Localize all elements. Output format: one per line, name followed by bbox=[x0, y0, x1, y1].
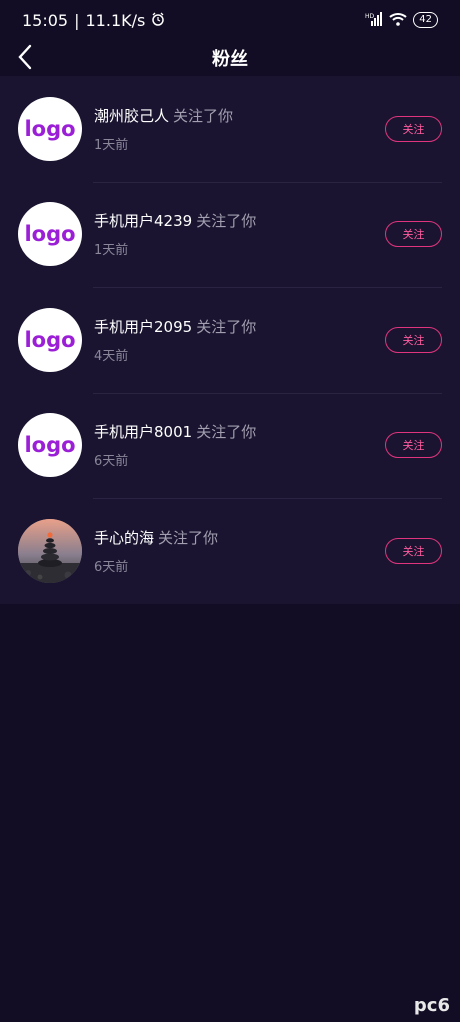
fan-row[interactable]: 手心的海 关注了你 6天前 关注 bbox=[0, 498, 460, 604]
status-speed: 11.1K/s bbox=[85, 10, 146, 30]
follow-button[interactable]: 关注 bbox=[385, 221, 442, 248]
fan-info: 手机用户8001 关注了你 6天前 bbox=[94, 421, 385, 469]
svg-text:HD: HD bbox=[365, 13, 375, 20]
fan-name: 手机用户4239 bbox=[94, 212, 193, 231]
action-text: 关注了你 bbox=[196, 212, 257, 231]
fan-row[interactable]: logo 手机用户2095 关注了你 4天前 关注 bbox=[0, 287, 460, 393]
fan-time: 6天前 bbox=[94, 559, 129, 575]
status-divider: | bbox=[74, 10, 80, 30]
logo-avatar-text: logo bbox=[24, 327, 76, 352]
fan-name: 手机用户2095 bbox=[94, 317, 193, 336]
fan-row[interactable]: logo 手机用户8001 关注了你 6天前 关注 bbox=[0, 392, 460, 499]
fan-info: 手机用户2095 关注了你 4天前 bbox=[94, 316, 385, 364]
photo-avatar[interactable] bbox=[18, 518, 82, 583]
battery-indicator: 42 bbox=[413, 12, 438, 28]
avatar[interactable]: logo bbox=[18, 307, 82, 372]
fan-row[interactable]: logo 手机用户4239 关注了你 1天前 关注 bbox=[0, 181, 460, 288]
nav-bar: 粉丝 bbox=[0, 40, 460, 76]
follow-button[interactable]: 关注 bbox=[385, 432, 442, 459]
avatar[interactable]: logo bbox=[18, 202, 82, 267]
name-line: 手心的海 关注了你 bbox=[94, 527, 385, 548]
avatar[interactable]: logo bbox=[18, 413, 82, 478]
logo-avatar-text: logo bbox=[24, 222, 76, 247]
status-bar: 15:05 | 11.1K/s HD 42 bbox=[0, 0, 460, 40]
fan-time: 6天前 bbox=[94, 454, 129, 470]
fan-name: 手机用户8001 bbox=[94, 423, 193, 442]
name-line: 潮州胶己人 关注了你 bbox=[94, 105, 385, 126]
action-text: 关注了你 bbox=[196, 317, 257, 336]
fan-info: 手心的海 关注了你 6天前 bbox=[94, 527, 385, 575]
stone-stack-photo bbox=[18, 518, 82, 583]
signal-icon: HD bbox=[365, 11, 383, 29]
fan-time: 1天前 bbox=[94, 137, 129, 153]
fan-name: 手心的海 bbox=[94, 528, 155, 547]
status-left: 15:05 | 11.1K/s bbox=[22, 11, 165, 30]
fan-info: 潮州胶己人 关注了你 1天前 bbox=[94, 105, 385, 153]
status-time: 15:05 bbox=[22, 10, 69, 30]
back-button[interactable] bbox=[14, 42, 40, 72]
status-right: HD 42 bbox=[365, 11, 438, 29]
name-line: 手机用户4239 关注了你 bbox=[94, 210, 385, 231]
fan-time: 1天前 bbox=[94, 243, 129, 259]
wifi-icon bbox=[389, 12, 407, 29]
watermark-logo: pc6 bbox=[413, 995, 450, 1016]
follow-button[interactable]: 关注 bbox=[385, 115, 442, 142]
name-line: 手机用户8001 关注了你 bbox=[94, 421, 385, 442]
fan-time: 4天前 bbox=[94, 348, 129, 364]
action-text: 关注了你 bbox=[158, 528, 219, 547]
logo-avatar-text: logo bbox=[24, 116, 76, 141]
fan-row[interactable]: logo 潮州胶己人 关注了你 1天前 关注 bbox=[0, 76, 460, 182]
follow-button[interactable]: 关注 bbox=[385, 326, 442, 353]
page-title: 粉丝 bbox=[212, 49, 248, 70]
action-text: 关注了你 bbox=[196, 423, 257, 442]
alarm-icon bbox=[151, 11, 165, 30]
avatar[interactable]: logo bbox=[18, 96, 82, 161]
follow-button[interactable]: 关注 bbox=[385, 537, 442, 564]
fan-list: logo 潮州胶己人 关注了你 1天前 关注 logo 手机用户4239 关注了你 … bbox=[0, 76, 460, 604]
action-text: 关注了你 bbox=[173, 106, 234, 125]
fan-info: 手机用户4239 关注了你 1天前 bbox=[94, 210, 385, 258]
back-arrow-icon bbox=[18, 44, 32, 70]
name-line: 手机用户2095 关注了你 bbox=[94, 316, 385, 337]
logo-avatar-text: logo bbox=[24, 433, 76, 458]
fan-name: 潮州胶己人 bbox=[94, 106, 170, 125]
